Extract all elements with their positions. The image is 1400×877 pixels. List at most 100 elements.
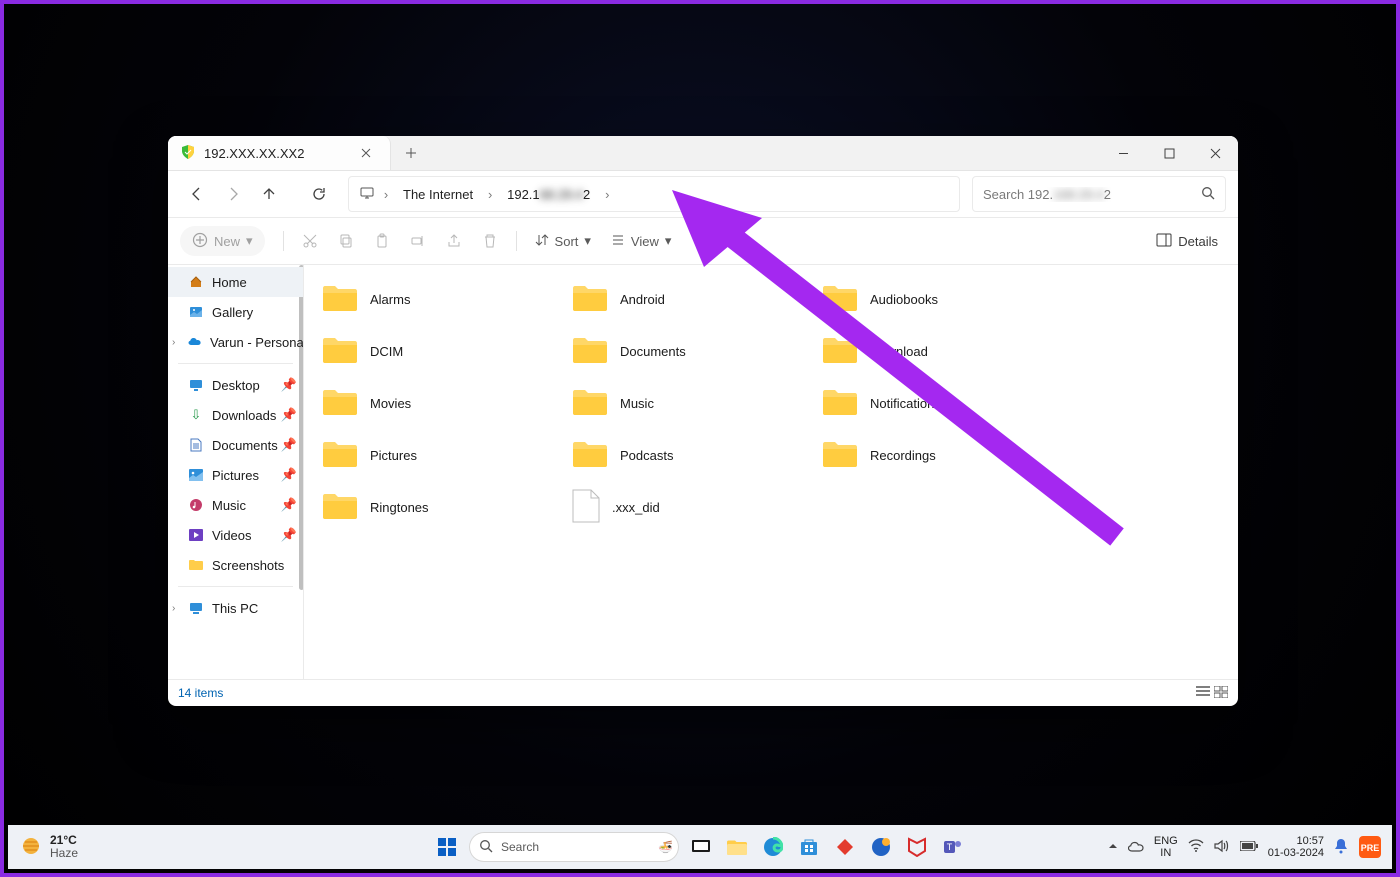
pin-icon: 📌 [281,377,297,393]
sort-button[interactable]: Sort ▾ [527,225,599,257]
language-indicator[interactable]: ENG IN [1154,835,1178,859]
folder-item[interactable]: Android [572,283,822,316]
folder-item[interactable]: Documents [572,335,822,368]
sidebar-item-label: Home [212,275,247,290]
folder-name: Movies [370,396,411,411]
folder-name: Notifications [870,396,941,411]
forward-icon[interactable] [216,177,250,211]
sidebar-item-screenshots[interactable]: Screenshots [168,550,303,580]
taskbar-search[interactable]: Search 🍜 [469,832,679,862]
file-explorer-icon[interactable] [723,833,751,861]
delete-icon[interactable] [474,225,506,257]
folder-item[interactable]: Podcasts [572,439,822,472]
chevron-right-icon[interactable]: › [172,603,175,614]
sidebar-item-videos[interactable]: Videos 📌 [168,520,303,550]
sidebar-item-desktop[interactable]: Desktop 📌 [168,370,303,400]
sidebar-item-label: Varun - Personal [210,335,304,350]
search-icon [1201,186,1215,203]
chevron-right-icon[interactable]: › [600,187,614,202]
sidebar-item-music[interactable]: Music 📌 [168,490,303,520]
overflow-icon[interactable] [1108,840,1118,854]
teams-icon[interactable]: T [939,833,967,861]
address-bar[interactable]: › The Internet › 192.168.29.42 › [348,176,960,212]
notifications-icon[interactable] [1334,838,1348,857]
breadcrumb-item[interactable]: The Internet [397,187,479,202]
up-icon[interactable] [252,177,286,211]
folder-name: Pictures [370,448,417,463]
search-input[interactable]: Search 192.168.29.42 [972,176,1226,212]
cut-icon[interactable] [294,225,326,257]
taskbar-weather[interactable]: 21°C Haze [8,834,78,860]
maximize-icon[interactable] [1146,136,1192,170]
sidebar-item-onedrive[interactable]: › Varun - Personal [168,327,303,357]
chevron-down-icon: ▾ [584,233,591,249]
app-icon-red-diamond[interactable] [831,833,859,861]
music-icon [188,498,204,512]
sidebar-item-thispc[interactable]: › This PC [168,593,303,623]
app-icon-globe[interactable] [867,833,895,861]
onedrive-tray-icon[interactable] [1128,840,1144,855]
start-icon[interactable] [433,833,461,861]
folder-icon [572,283,608,316]
taskbar-clock[interactable]: 10:57 01-03-2024 [1268,835,1324,859]
chevron-right-icon[interactable]: › [483,187,497,202]
sort-label: Sort [555,234,579,249]
folder-icon [572,387,608,420]
folder-item[interactable]: Notifications [822,387,1072,420]
titlebar-tab[interactable]: 192.XXX.XX.XX2 [168,136,391,170]
details-pane-button[interactable]: Details [1148,225,1226,257]
new-tab-icon[interactable] [397,139,425,167]
tiles-view-icon[interactable] [1214,686,1228,701]
monitor-icon [359,185,375,204]
close-icon[interactable] [1192,136,1238,170]
chevron-right-icon[interactable]: › [172,337,175,348]
copy-icon[interactable] [330,225,362,257]
minimize-icon[interactable] [1100,136,1146,170]
back-icon[interactable] [180,177,214,211]
sidebar-item-documents[interactable]: Documents 📌 [168,430,303,460]
folder-icon [322,439,358,472]
paste-icon[interactable] [366,225,398,257]
search-icon [479,839,493,856]
folder-item[interactable]: Ringtones [322,491,572,524]
breadcrumb-item[interactable]: 192.168.29.42 [501,187,596,202]
folder-item[interactable]: Recordings [822,439,1072,472]
svg-text:T: T [947,842,953,852]
mcafee-icon[interactable] [903,833,931,861]
close-tab-icon[interactable] [352,139,380,167]
folder-item[interactable]: Audiobooks [822,283,1072,316]
rename-icon[interactable] [402,225,434,257]
navigation-pane: Home Gallery › Varun - Personal Desktop … [168,265,304,679]
folder-item[interactable]: Music [572,387,822,420]
wifi-icon[interactable] [1188,839,1204,856]
volume-icon[interactable] [1214,839,1230,856]
folder-item[interactable]: Download [822,335,1072,368]
details-view-icon[interactable] [1196,686,1210,701]
edge-icon[interactable] [759,833,787,861]
copilot-icon[interactable]: PRE [1358,833,1382,861]
store-icon[interactable] [795,833,823,861]
folder-item[interactable]: Alarms [322,283,572,316]
file-icon [572,489,600,526]
pictures-icon [188,469,204,481]
refresh-icon[interactable] [302,177,336,211]
file-item[interactable]: .xxx_did [572,489,822,526]
sidebar-item-pictures[interactable]: Pictures 📌 [168,460,303,490]
task-view-icon[interactable] [687,833,715,861]
folder-item[interactable]: Pictures [322,439,572,472]
share-icon[interactable] [438,225,470,257]
folder-item[interactable]: Movies [322,387,572,420]
sidebar-item-gallery[interactable]: Gallery [168,297,303,327]
new-button[interactable]: New ▾ [180,226,265,256]
view-button[interactable]: View ▾ [603,225,679,257]
gallery-icon [188,305,204,319]
folder-icon [572,335,608,368]
chevron-down-icon: ▾ [665,233,672,249]
sidebar-item-home[interactable]: Home [168,267,303,297]
sidebar-item-label: Gallery [212,305,253,320]
folder-icon [572,439,608,472]
sidebar-item-downloads[interactable]: ⇩ Downloads 📌 [168,400,303,430]
chevron-right-icon[interactable]: › [379,187,393,202]
folder-item[interactable]: DCIM [322,335,572,368]
battery-icon[interactable] [1240,840,1258,854]
